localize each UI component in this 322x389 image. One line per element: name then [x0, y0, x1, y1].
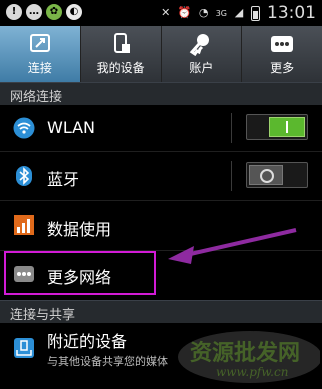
tab-label: 连接	[27, 61, 52, 75]
message-icon: …	[26, 4, 42, 20]
nearby-devices-label: 附近的设备	[47, 332, 128, 351]
bluetooth-icon	[16, 166, 32, 186]
tab-more[interactable]: 更多	[242, 26, 322, 82]
mute-icon: ✕	[161, 6, 171, 19]
section-header-network: 网络连接	[0, 82, 322, 105]
share-icon	[14, 338, 34, 358]
section-title: 连接与共享	[10, 308, 76, 323]
connections-icon	[29, 34, 50, 52]
watermark-url: www.pfw.cn	[216, 365, 289, 379]
tab-connections[interactable]: 连接	[0, 26, 81, 82]
list-item-bluetooth[interactable]: 蓝牙	[0, 152, 322, 201]
status-bar: ! … ✿ ◐ ✕ ⏰ ◔ 3G ◢ 13:01	[0, 0, 322, 26]
wlan-toggle[interactable]	[231, 113, 308, 143]
wifi-status-icon: ◔	[198, 6, 209, 19]
notification-icon: !	[6, 4, 22, 20]
battery-icon	[251, 5, 260, 21]
status-time: 13:01	[267, 3, 316, 23]
settings-tabs: 连接 我的设备 账户 更多	[0, 26, 322, 82]
watermark-logo: 资源批发网 www.pfw.cn	[170, 327, 322, 385]
wlan-label: WLAN	[47, 118, 96, 137]
app-icon: ✿	[46, 4, 62, 20]
tab-my-device[interactable]: 我的设备	[81, 26, 162, 82]
tab-accounts[interactable]: 账户	[162, 26, 243, 82]
watermark-text: 资源批发网	[190, 340, 301, 366]
tencent-icon: ◐	[66, 4, 82, 20]
signal-icon: ◢	[234, 6, 244, 19]
section-title: 网络连接	[10, 90, 63, 105]
more-icon	[271, 36, 294, 52]
alarm-icon: ⏰	[177, 6, 192, 19]
bluetooth-label: 蓝牙	[47, 170, 80, 189]
nearby-devices-description: 与其他设备共享您的媒体	[47, 355, 168, 368]
annotation-arrow	[168, 228, 297, 264]
list-item-wlan[interactable]: WLAN	[0, 105, 322, 152]
my-device-icon	[113, 33, 130, 53]
bluetooth-toggle[interactable]	[231, 161, 308, 191]
tab-label: 账户	[189, 61, 214, 75]
accounts-icon	[190, 34, 210, 56]
data-usage-label: 数据使用	[47, 220, 112, 239]
highlight-box	[4, 251, 156, 295]
chart-icon	[14, 215, 34, 235]
wifi-icon	[13, 117, 35, 139]
network-type: 3G	[215, 8, 227, 18]
tab-label: 我的设备	[96, 61, 145, 75]
section-header-share: 连接与共享	[0, 300, 322, 323]
tab-label: 更多	[270, 61, 295, 75]
